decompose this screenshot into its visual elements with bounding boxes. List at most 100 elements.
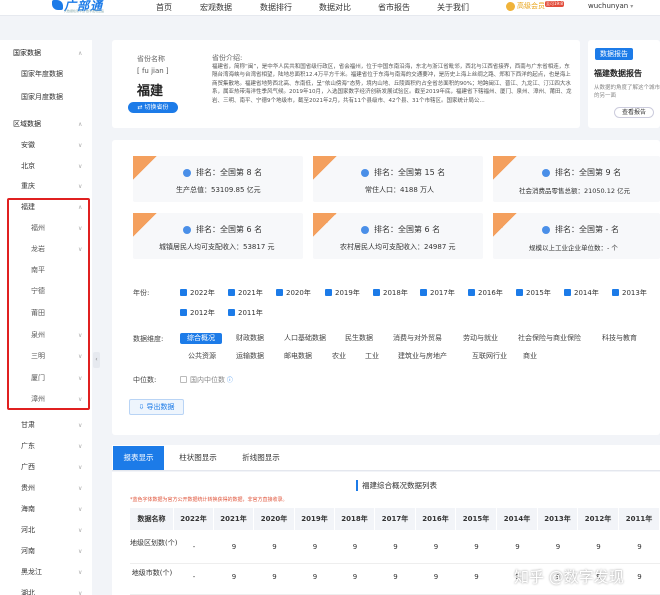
dim-post-telecom[interactable]: 邮电数据 xyxy=(284,351,312,362)
year-checkbox-2015[interactable]: 2015年 xyxy=(516,288,551,298)
table-cell: 9 xyxy=(619,564,660,595)
dim-overview[interactable]: 综合概况 xyxy=(180,333,222,344)
sidebar-item-hubei[interactable]: 湖北 ∨ xyxy=(0,583,92,595)
download-icon: ⇩ xyxy=(138,403,147,411)
sidebar-item-hebei[interactable]: 河北 ∨ xyxy=(0,520,92,541)
tab-bar-chart[interactable]: 柱状图显示 xyxy=(170,446,226,470)
checkbox-checked-icon xyxy=(516,288,523,296)
table-cell: 9 xyxy=(335,530,375,564)
dim-internet[interactable]: 互联网行业 xyxy=(472,351,507,362)
year-option-label: 2012年 xyxy=(190,309,215,317)
user-menu[interactable]: wuchunyan ▾ xyxy=(588,2,633,10)
sidebar-item-henan[interactable]: 河南 ∨ xyxy=(0,541,92,562)
dim-transport[interactable]: 运输数据 xyxy=(236,351,264,362)
logo-subtitle: 大数据检索平台 数字发现出品 xyxy=(64,9,104,13)
year-checkbox-2014[interactable]: 2014年 xyxy=(564,288,599,298)
export-data-button[interactable]: ⇩ 导出数据 xyxy=(129,399,184,415)
table-header-cell: 2019年 xyxy=(295,508,335,530)
logo[interactable]: 广部通 大数据检索平台 数字发现出品 xyxy=(52,0,130,15)
checkbox-checked-icon xyxy=(373,288,380,296)
dim-public-resources[interactable]: 公共资源 xyxy=(188,351,216,362)
table-cell: 9 xyxy=(295,530,335,564)
table-header-cell: 2014年 xyxy=(497,508,538,530)
data-report-button[interactable]: 数据报告 xyxy=(595,48,633,60)
vip-status[interactable]: 高级会员至可19:8 xyxy=(506,1,564,11)
chevron-down-icon: ∨ xyxy=(78,548,83,555)
sidebar-item-regional-data[interactable]: 区域数据 ∧ xyxy=(0,114,92,135)
tab-table[interactable]: 报表显示 xyxy=(113,446,164,470)
dim-insurance[interactable]: 社会保险与商业保险 xyxy=(518,333,581,344)
nav-macro-data[interactable]: 宏观数据 xyxy=(200,2,232,13)
table-note: *蓝色字体数据为官方公开数据统计转换获得的数据，非官方直接收录。 xyxy=(130,497,288,503)
sidebar-item-guangdong[interactable]: 广东 ∨ xyxy=(0,436,92,457)
median-checkbox[interactable]: 国内中位数 ⓘ xyxy=(180,375,233,385)
sidebar-item-guangxi[interactable]: 广西 ∨ xyxy=(0,457,92,478)
sidebar-item-chongqing[interactable]: 重庆 ∨ xyxy=(0,176,92,197)
chevron-down-icon: ∨ xyxy=(78,422,83,429)
table-cell: 9 xyxy=(578,530,619,564)
dim-tech-education[interactable]: 科技与教育 xyxy=(602,333,637,344)
stat-rank: 排名：全国第 6 名 xyxy=(374,225,441,234)
table-cell: 9 xyxy=(335,564,375,595)
province-name-label: 省份名称 xyxy=(137,55,165,63)
province-pinyin: [ fu jian ] xyxy=(137,67,169,75)
year-option-label: 2011年 xyxy=(238,309,263,317)
dim-labor[interactable]: 劳动与就业 xyxy=(463,333,498,344)
sidebar-item-gansu[interactable]: 甘肃 ∨ xyxy=(0,415,92,436)
username: wuchunyan xyxy=(588,2,629,10)
year-checkbox-2013[interactable]: 2013年 xyxy=(612,288,647,298)
nav-compare[interactable]: 数据对比 xyxy=(319,2,351,13)
stat-rank: 排名：全国第 6 名 xyxy=(196,225,263,234)
sidebar-item-label: 贵州 xyxy=(21,484,35,492)
dim-construction-realestate[interactable]: 建筑业与房地产 xyxy=(398,351,447,362)
median-label: 中位数: xyxy=(133,376,157,384)
province-intro-text: 福建省，简称“闽”，是中华人民共和国省级行政区，省会福州，位于中国东南沿海，东北… xyxy=(212,64,572,104)
chevron-down-icon: ∨ xyxy=(78,183,83,190)
view-report-button[interactable]: 查看报告 xyxy=(614,107,654,118)
year-checkbox-2018[interactable]: 2018年 xyxy=(373,288,408,298)
nav-reports[interactable]: 省市报告 xyxy=(378,2,410,13)
year-checkbox-2020[interactable]: 2020年 xyxy=(276,288,311,298)
sidebar-item-national-data[interactable]: 国家数据 ∧ xyxy=(0,43,92,64)
year-checkbox-2019[interactable]: 2019年 xyxy=(325,288,360,298)
year-option-label: 2016年 xyxy=(478,289,503,297)
dim-industry[interactable]: 工业 xyxy=(365,351,379,362)
dim-consumption-trade[interactable]: 消费与对外贸易 xyxy=(393,333,442,344)
sidebar-item-anhui[interactable]: 安徽 ∨ xyxy=(0,135,92,156)
sidebar-item-national-annual[interactable]: 国家年度数据 xyxy=(0,64,92,85)
dim-population[interactable]: 人口基础数据 xyxy=(284,333,326,344)
chevron-up-icon: ∧ xyxy=(78,50,83,57)
sidebar-item-label: 河南 xyxy=(21,547,35,555)
switch-province-button[interactable]: ⇄ 切换省份 xyxy=(128,102,178,113)
year-checkbox-2021[interactable]: 2021年 xyxy=(228,288,263,298)
year-checkbox-2011[interactable]: 2011年 xyxy=(228,308,263,318)
chevron-down-icon: ∨ xyxy=(78,506,83,513)
year-checkbox-2012[interactable]: 2012年 xyxy=(180,308,215,318)
nav-ranking[interactable]: 数据排行 xyxy=(260,2,292,13)
nav-home[interactable]: 首页 xyxy=(156,2,172,13)
info-icon: ⓘ xyxy=(225,377,233,384)
sidebar-item-national-monthly[interactable]: 国家月度数据 xyxy=(0,87,92,108)
dim-finance[interactable]: 财政数据 xyxy=(236,333,264,344)
medal-icon xyxy=(361,167,369,177)
tab-line-chart[interactable]: 折线图显示 xyxy=(233,446,289,470)
sidebar-item-beijing[interactable]: 北京 ∨ xyxy=(0,156,92,177)
nav-about[interactable]: 关于我们 xyxy=(437,2,469,13)
sidebar-item-guizhou[interactable]: 贵州 ∨ xyxy=(0,478,92,499)
year-checkbox-2016[interactable]: 2016年 xyxy=(468,288,503,298)
province-intro-label: 省份介绍: xyxy=(212,54,243,62)
year-checkbox-2017[interactable]: 2017年 xyxy=(420,288,455,298)
stat-corner-tag xyxy=(133,213,157,237)
dim-commerce[interactable]: 商业 xyxy=(523,351,537,362)
sidebar-collapse-toggle[interactable]: ‹ xyxy=(93,352,100,368)
vip-badge: 至可19:8 xyxy=(545,1,564,7)
dim-agriculture[interactable]: 农业 xyxy=(332,351,346,362)
dim-livelihood[interactable]: 民生数据 xyxy=(345,333,373,344)
year-checkbox-2022[interactable]: 2022年 xyxy=(180,288,215,298)
median-option-label: 国内中位数 xyxy=(190,376,225,384)
sidebar-item-hainan[interactable]: 海南 ∨ xyxy=(0,499,92,520)
vip-crown-icon xyxy=(506,1,515,11)
sidebar-item-heilongjiang[interactable]: 黑龙江 ∨ xyxy=(0,562,92,583)
table-cell: 9 xyxy=(456,564,497,595)
table-header-cell: 2018年 xyxy=(335,508,375,530)
